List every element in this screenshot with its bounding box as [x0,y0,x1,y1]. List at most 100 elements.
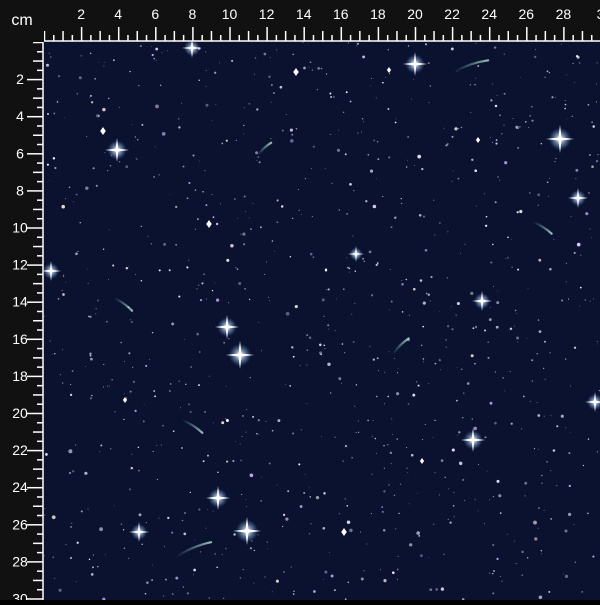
star-dot [54,577,56,579]
star-dot [370,85,371,86]
star-dot [538,507,540,509]
star-dot [279,85,283,89]
star-dot [389,451,393,455]
star-dot [334,329,336,331]
star-dot [543,367,545,369]
star-dot [496,95,498,97]
star-dot [225,547,227,550]
star-dot [347,581,350,584]
star-dot [103,65,105,67]
star-dot [506,256,509,259]
star-dot [145,522,147,524]
star-dot [215,222,219,226]
star-dot [76,92,79,95]
star-dot [345,91,348,94]
star-dot [355,384,358,386]
star-dot [160,444,162,446]
star-dot [492,285,494,287]
star-dot [356,42,359,45]
star-dot [474,83,476,86]
star-dot [589,154,591,156]
star-dot [198,284,200,286]
star-dot [235,139,237,142]
star-dot [323,315,325,318]
star-dot [576,242,581,247]
star-dot [205,298,207,300]
star-dot [538,595,543,600]
star-dot [264,576,266,578]
star-dot [447,231,449,233]
star-dot [397,578,398,580]
star-dot [142,420,145,423]
ruler-top-label: 2 [77,6,85,22]
star-dot [306,364,308,366]
star-dot [427,62,430,65]
star-dot [205,204,208,207]
star-dot [311,216,313,218]
star-dot [208,597,210,599]
star-dot [205,85,207,87]
star-dot [487,341,489,343]
star-dot [496,301,500,305]
star-dot [68,186,71,189]
star-dot [178,380,180,382]
star-dot [367,153,370,156]
star-dot [581,591,583,593]
star-dot [561,299,564,302]
star-dot [71,470,75,473]
star-dot [270,101,272,103]
star-dot [549,267,552,271]
star-dot [458,461,461,464]
star-dot [163,595,165,597]
star-dot [469,84,471,86]
diamond-star [324,268,328,272]
star-dot [102,107,106,112]
star-dot [596,451,599,453]
star-dot [49,340,52,342]
star-dot [422,301,426,305]
star-dot [220,203,221,205]
star-dot [494,201,497,204]
star-dot [104,554,106,556]
star-dot [552,449,556,452]
star-dot [556,485,558,487]
star-dot [312,256,315,259]
star-dot [406,467,408,469]
star-dot [301,214,302,216]
star-dot [100,444,103,447]
star-dot [555,96,557,98]
star-dot [243,106,245,108]
star-dot [233,533,236,536]
star-dot [99,527,104,532]
star-dot [257,419,260,422]
star-dot [394,121,397,124]
star-dot [276,484,278,486]
star-dot [397,372,399,374]
star-dot [271,591,273,593]
star-dot [289,128,293,132]
star-dot [499,512,502,514]
star-dot [391,433,393,435]
star-dot [348,267,351,270]
star-dot [243,133,245,135]
star-dot [390,226,393,229]
star-dot [352,340,355,343]
star-dot [564,103,567,106]
star-dot [556,425,559,428]
star-dot [154,395,157,398]
star-dot [352,235,354,237]
star-dot [194,539,196,541]
star-dot [492,83,494,85]
star-dot [472,327,475,330]
star-dot [372,204,377,209]
star-dot [534,55,537,59]
star-dot [61,289,63,291]
star-dot [52,556,55,559]
star-dot [490,306,492,308]
star-dot [217,471,219,474]
star-dot [566,118,568,120]
star-dot [205,527,207,529]
star-dot [374,437,377,440]
star-dot [506,533,508,535]
star-dot [192,154,195,157]
